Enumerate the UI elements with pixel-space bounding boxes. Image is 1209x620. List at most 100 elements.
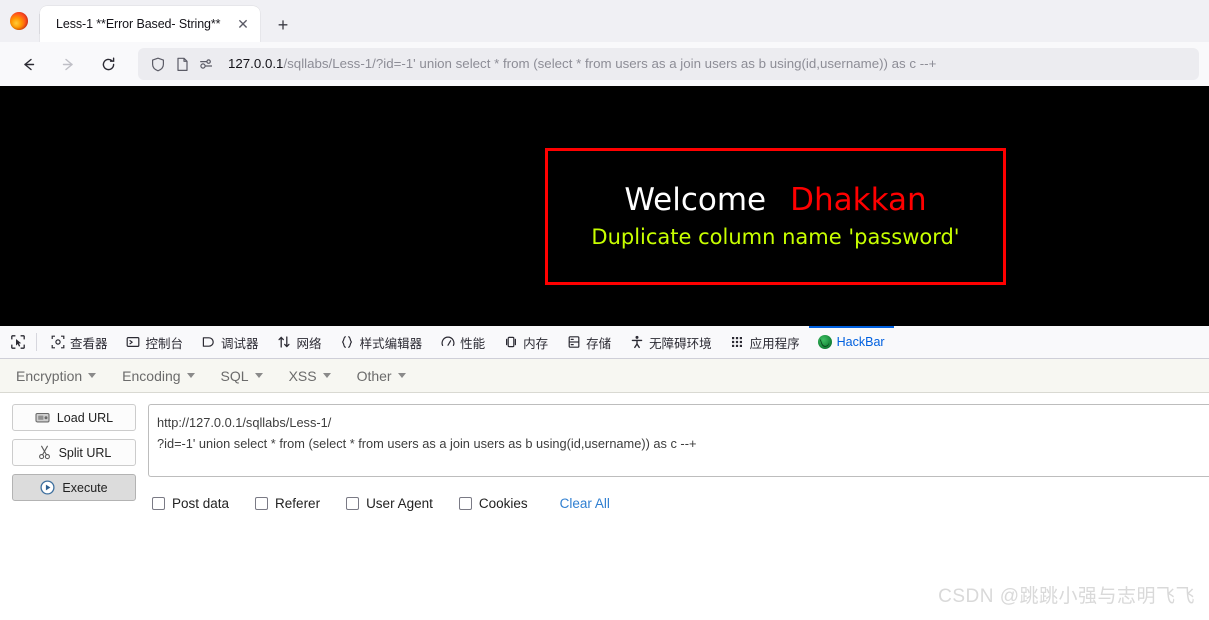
firefox-logo-icon [10,12,28,30]
network-icon [277,335,292,350]
accessibility-icon [629,335,644,350]
url-path: /sqllabs/Less-1/?id=-1' union select * f… [283,56,937,71]
application-icon [730,335,745,350]
sql-error-message: Duplicate column name 'password' [591,224,960,249]
devtools-tab-network[interactable]: 网络 [268,326,331,358]
checkbox-box[interactable] [152,497,165,510]
hackbar-menu-sql[interactable]: SQL [221,368,263,384]
sqli-result-box: Welcome Dhakkan Duplicate column name 'pa… [545,148,1006,285]
chevron-down-icon [88,373,97,378]
url-text: 127.0.0.1/sqllabs/Less-1/?id=-1' union s… [228,55,1189,73]
checkbox-box[interactable] [346,497,360,510]
forward-button[interactable] [52,48,84,80]
checkbox-label: Post data [172,496,230,511]
request-textarea[interactable]: http://127.0.0.1/sqllabs/Less-1/ ?id=-1'… [148,404,1209,477]
devtools-tab-storage[interactable]: 存储 [557,326,620,358]
devtools-tab-style-editor[interactable]: 样式编辑器 [331,326,432,358]
devtools-tab-label: 内存 [523,336,549,351]
permissions-icon[interactable] [196,55,216,73]
browser-nav-bar: 127.0.0.1/sqllabs/Less-1/?id=-1' union s… [0,42,1209,86]
checkbox-label: User Agent [366,496,433,511]
welcome-line: Welcome Dhakkan [624,184,926,217]
devtools-tab-label: 无障碍环境 [649,336,712,351]
element-picker-icon[interactable] [4,328,32,356]
storage-icon [566,335,581,350]
chevron-down-icon [186,373,195,378]
tab-strip: Less-1 **Error Based- String** ✕ + [39,0,296,42]
reload-button[interactable] [92,48,124,80]
devtools-tab-label: 性能 [460,336,486,351]
page-icon[interactable] [172,55,192,73]
performance-icon [440,335,455,350]
close-icon[interactable]: ✕ [232,13,254,35]
menu-label: SQL [220,367,249,384]
chevron-down-icon [397,373,406,378]
clear-all-link[interactable]: Clear All [560,496,610,511]
devtools-tab-label: 网络 [296,336,322,351]
button-label: Execute [62,480,108,495]
play-icon [40,480,55,495]
new-tab-button[interactable]: + [270,12,296,38]
chevron-down-icon [322,373,331,378]
browser-tab[interactable]: Less-1 **Error Based- String** ✕ [39,6,260,42]
menu-label: Encoding [122,367,181,384]
devtools-tab-label: 样式编辑器 [359,336,423,351]
button-label: Load URL [56,410,114,425]
hackbar-menu-encryption[interactable]: Encryption [16,368,97,384]
devtools-toolbar: 查看器 控制台 调试器 网络 样式编辑器 性能 内存 存储 无障碍环境 应用程序… [0,326,1209,359]
style-editor-icon [340,335,355,350]
hackbar-request-column: http://127.0.0.1/sqllabs/Less-1/ ?id=-1'… [148,404,1209,511]
devtools-tab-performance[interactable]: 性能 [431,326,494,358]
load-url-button[interactable]: Load URL [12,404,136,431]
cookies-checkbox[interactable]: Cookies [458,496,528,511]
welcome-text: Welcome [624,182,767,219]
request-url-line: http://127.0.0.1/sqllabs/Less-1/ [157,415,332,430]
hackbar-menu-xss[interactable]: XSS [289,368,331,384]
page-content-area: Welcome Dhakkan Duplicate column name 'pa… [0,86,1209,326]
devtools-tab-console[interactable]: 控制台 [117,326,193,358]
hackbar-icon [817,335,832,349]
checkbox-box[interactable] [458,497,472,510]
request-query-line: ?id=-1' union select * from (select * fr… [157,436,697,452]
browser-tab-title: Less-1 **Error Based- String** [56,17,221,31]
hackbar-body: Load URL Split URL Execute http://127.0.… [0,393,1209,511]
back-button[interactable] [12,48,44,80]
memory-icon [503,335,518,350]
user-agent-checkbox[interactable]: User Agent [346,496,433,511]
chevron-down-icon [254,373,263,378]
checkbox-box[interactable] [255,497,269,510]
debugger-icon [201,335,216,350]
menu-label: Other [356,367,392,384]
devtools-tab-label: 应用程序 [749,336,800,351]
hackbar-menu-encoding[interactable]: Encoding [122,367,195,384]
hackbar-menu-other[interactable]: Other [357,368,406,384]
referer-checkbox[interactable]: Referer [255,496,320,511]
devtools-tab-memory[interactable]: 内存 [494,326,557,358]
button-label: Split URL [58,445,112,460]
shield-icon[interactable] [148,55,168,73]
devtools-tab-debugger[interactable]: 调试器 [192,326,268,358]
load-url-icon [35,410,50,425]
devtools-tab-accessibility[interactable]: 无障碍环境 [620,326,721,358]
split-url-button[interactable]: Split URL [12,439,136,466]
devtools-tab-application[interactable]: 应用程序 [721,326,809,358]
url-bar[interactable]: 127.0.0.1/sqllabs/Less-1/?id=-1' union s… [138,48,1199,80]
inspector-icon [50,335,65,350]
console-icon [126,335,141,350]
browser-tab-bar: Less-1 **Error Based- String** ✕ + [0,0,1209,42]
browser-window: Less-1 **Error Based- String** ✕ + 127.0… [0,0,1209,620]
hackbar-button-column: Load URL Split URL Execute [12,404,136,511]
devtools-tab-label: HackBar [836,335,885,349]
checkbox-label: Cookies [478,496,528,511]
hackbar-menu-bar: Encryption Encoding SQL XSS Other [0,359,1209,393]
devtools-tab-hackbar[interactable]: HackBar [808,326,894,358]
devtools-tab-inspector[interactable]: 查看器 [41,326,117,358]
execute-button[interactable]: Execute [12,474,136,501]
toolbar-divider [36,333,37,351]
devtools-tab-label: 存储 [586,336,612,351]
dhakkan-text: Dhakkan [790,182,927,219]
scissors-icon [37,445,52,460]
post-data-checkbox[interactable]: Post data [152,496,229,511]
devtools-tab-label: 控制台 [145,336,184,351]
checkbox-label: Referer [275,496,321,511]
